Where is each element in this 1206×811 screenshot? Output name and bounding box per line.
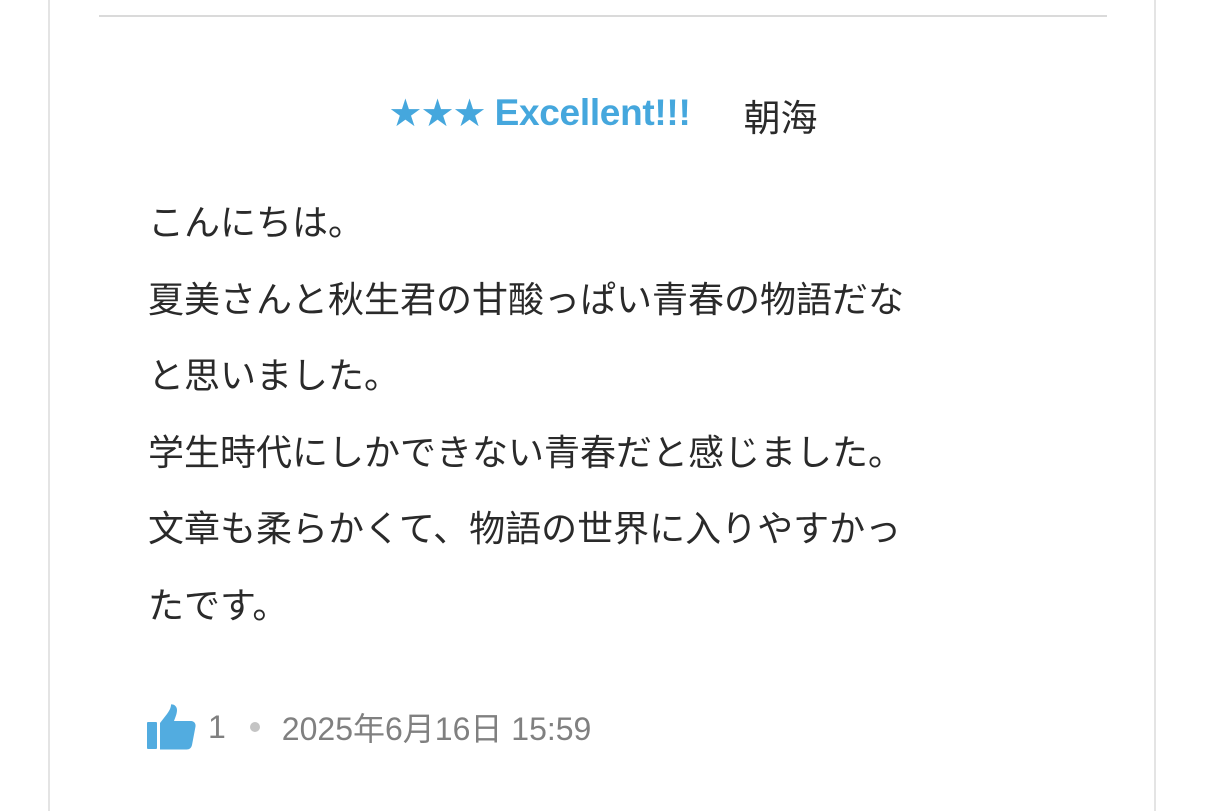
review-line: 夏美さんと秋生君の甘酸っぱい青春の物語だな [148,279,905,321]
review-page: ★★★ Excellent!!! 朝海 こんにちは。 夏美さんと秋生君の甘酸っぱい… [0,0,1206,811]
reviewer-name: 朝海 [743,97,818,140]
review-line: 文章も柔らかくて、物語の世界に入りやすかっ [148,509,902,550]
rating: ★★★ Excellent!!! [388,90,691,137]
rating-label: Excellent!!! [494,92,691,134]
divider [99,15,1107,17]
review-line: 学生時代にしかできない青春だと感じました。 [148,432,905,474]
review-line: こんにちは。 [148,203,365,244]
like-button[interactable]: 1 [146,704,226,750]
review-line: たです。 [148,585,289,627]
star-rating-icon: ★★★ [388,90,486,135]
thumbs-up-icon [147,704,196,750]
review-header: ★★★ Excellent!!! 朝海 [0,88,1206,144]
review-footer: 1 2025年6月16日 15:59 [146,702,591,752]
review-text: こんにちは。 夏美さんと秋生君の甘酸っぱい青春の物語だな と思いました。 学生時… [148,186,1048,645]
separator-dot [249,722,260,732]
like-count: 1 [208,708,226,745]
review-date: 2025年6月16日 15:59 [281,711,592,747]
review-line: と思いました。 [148,356,401,397]
